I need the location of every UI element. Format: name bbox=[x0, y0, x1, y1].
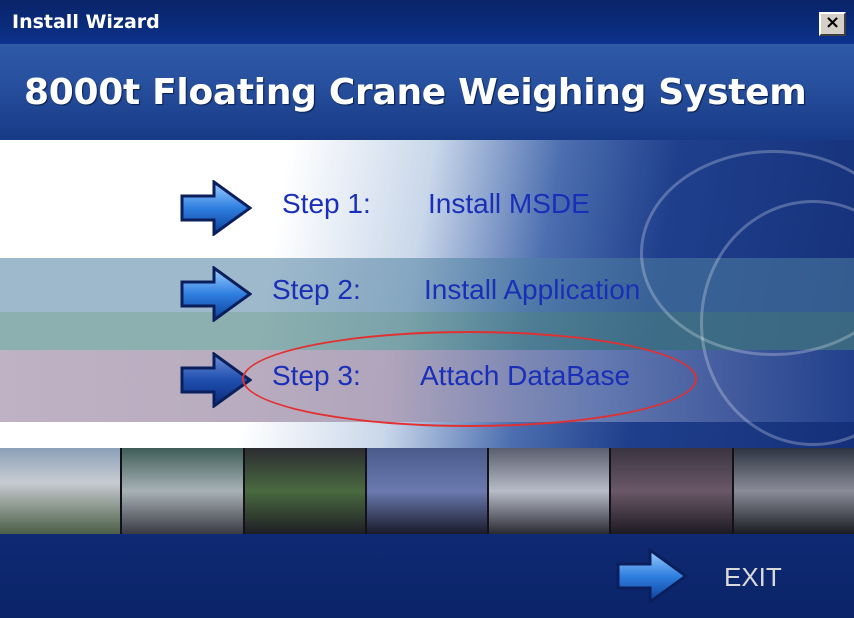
photo-laboratory bbox=[489, 448, 612, 534]
step-1-name: Install MSDE bbox=[428, 188, 590, 219]
arrow-right-icon bbox=[180, 180, 252, 236]
step-2-label: Step 2: bbox=[272, 274, 361, 305]
step-1-install-msde[interactable]: Step 1: Install MSDE bbox=[180, 180, 660, 236]
install-wizard-window: Install Wizard × 8000t Floating Crane We… bbox=[0, 0, 854, 618]
step-2-install-application[interactable]: Step 2: Install Application bbox=[180, 266, 740, 322]
exit-arrow-icon[interactable] bbox=[616, 548, 688, 604]
exit-button[interactable]: EXIT bbox=[724, 562, 782, 593]
close-button[interactable]: × bbox=[819, 12, 846, 36]
step-3-highlight-ellipse bbox=[242, 331, 697, 427]
photo-production-line bbox=[244, 448, 367, 534]
photo-technicians bbox=[366, 448, 490, 534]
step-2-name: Install Application bbox=[424, 274, 641, 305]
close-icon: × bbox=[824, 12, 841, 33]
photo-workshop bbox=[122, 448, 245, 534]
steps-panel: Step 1: Install MSDE Step 2: Install App… bbox=[0, 140, 854, 448]
footer-bar: EXIT bbox=[0, 534, 854, 618]
step-1-label: Step 1: bbox=[282, 188, 371, 219]
product-title: 8000t Floating Crane Weighing System bbox=[24, 72, 807, 113]
photo-factory-building bbox=[0, 448, 123, 534]
photo-strip bbox=[0, 448, 854, 534]
photo-workers bbox=[611, 448, 734, 534]
title-bar[interactable]: Install Wizard × bbox=[0, 0, 854, 44]
arrow-right-icon bbox=[180, 266, 252, 322]
banner: 8000t Floating Crane Weighing System bbox=[0, 44, 854, 140]
photo-control-room bbox=[733, 448, 854, 534]
window-title: Install Wizard bbox=[12, 11, 160, 33]
